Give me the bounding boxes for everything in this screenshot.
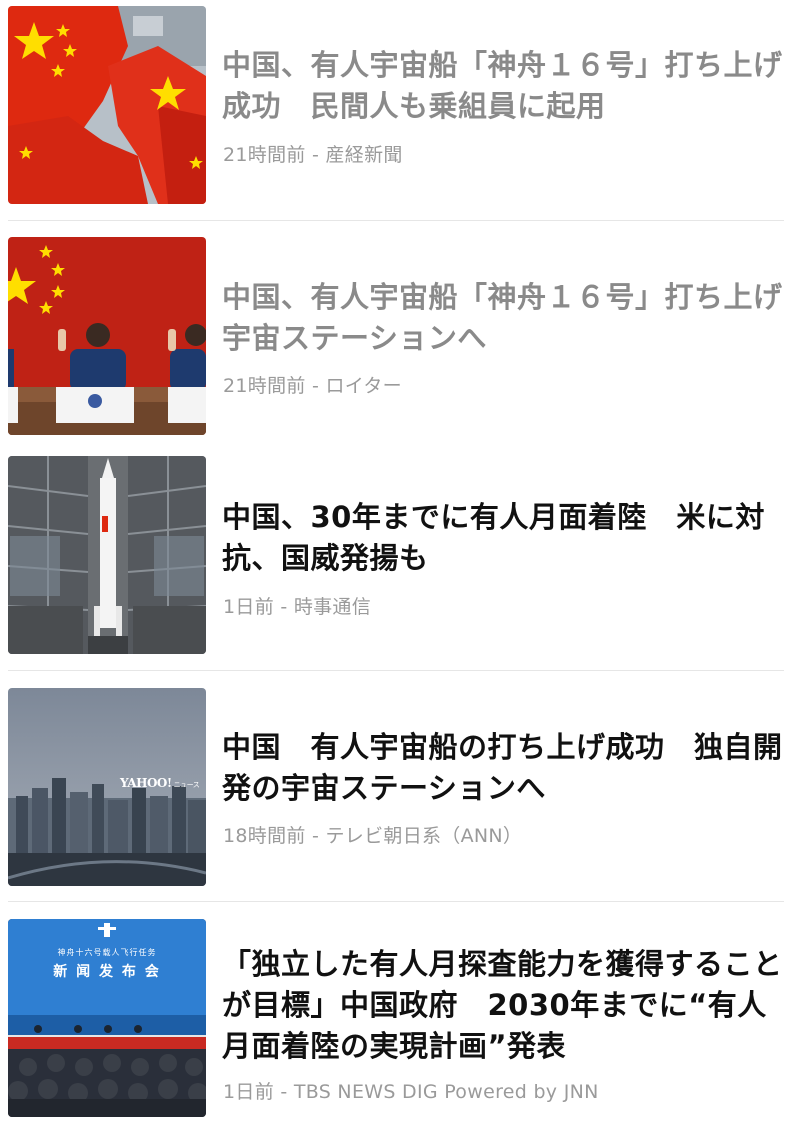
astronauts-press-conference-image <box>8 237 206 435</box>
rocket-launch-tower-image <box>8 456 206 654</box>
news-meta: 1日前 - 時事通信 <box>223 596 372 618</box>
news-thumbnail-chinese-flags[interactable] <box>8 6 206 204</box>
screen-caption-1: 神舟十六号载人飞行任务 <box>57 948 157 957</box>
news-meta: 1日前 - TBS NEWS DIG Powered by JNN <box>223 1081 599 1103</box>
news-meta: 21時間前 - 産経新聞 <box>223 144 403 166</box>
yahoo-watermark: YAHOO! ニュース <box>120 776 200 790</box>
news-title[interactable]: 中国、有人宇宙船「神舟１６号」打ち上げ 宇宙ステーションへ <box>222 277 800 359</box>
news-title[interactable]: 中国、有人宇宙船「神舟１６号」打ち上げ成功 民間人も乗組員に起用 <box>222 45 787 127</box>
news-thumbnail-press-conference-hall[interactable]: 神舟十六号载人飞行任务 新 闻 发 布 会 <box>8 919 206 1117</box>
news-item-3[interactable]: 中国、30年までに有人月面着陸 米に対抗、国威発揚も 1日前 - 時事通信 <box>0 452 800 670</box>
news-thumbnail-astronauts-press-conference[interactable] <box>8 237 206 435</box>
news-item-2[interactable]: 中国、有人宇宙船「神舟１６号」打ち上げ 宇宙ステーションへ 21時間前 - ロイ… <box>0 221 800 452</box>
news-title[interactable]: 中国 有人宇宙船の打ち上げ成功 独自開発の宇宙ステーションへ <box>222 727 787 809</box>
news-item-1[interactable]: 中国、有人宇宙船「神舟１６号」打ち上げ成功 民間人も乗組員に起用 21時間前 -… <box>0 0 800 220</box>
news-item-4[interactable]: YAHOO! ニュース 中国 有人宇宙船の打ち上げ成功 独自開発の宇宙ステーション… <box>0 671 800 901</box>
chinese-flags-image <box>8 6 206 204</box>
news-title[interactable]: 中国、30年までに有人月面着陸 米に対抗、国威発揚も <box>222 497 787 579</box>
news-thumbnail-city-skyline[interactable]: YAHOO! ニュース <box>8 688 206 886</box>
news-item-5[interactable]: 神舟十六号载人飞行任务 新 闻 发 布 会 「独立した有人月探査能力を獲得するこ… <box>0 902 800 1135</box>
news-title[interactable]: 「独立した有人月探査能力を獲得することが目標」中国政府 2030年までに“有人月… <box>222 944 787 1067</box>
screen-caption-2: 新 闻 发 布 会 <box>53 964 161 980</box>
news-feed: 中国、有人宇宙船「神舟１６号」打ち上げ成功 民間人も乗組員に起用 21時間前 -… <box>0 0 800 1135</box>
news-meta: 21時間前 - ロイター <box>223 375 402 397</box>
news-meta: 18時間前 - テレビ朝日系（ANN） <box>223 825 523 847</box>
news-thumbnail-rocket-launch-tower[interactable] <box>8 456 206 654</box>
